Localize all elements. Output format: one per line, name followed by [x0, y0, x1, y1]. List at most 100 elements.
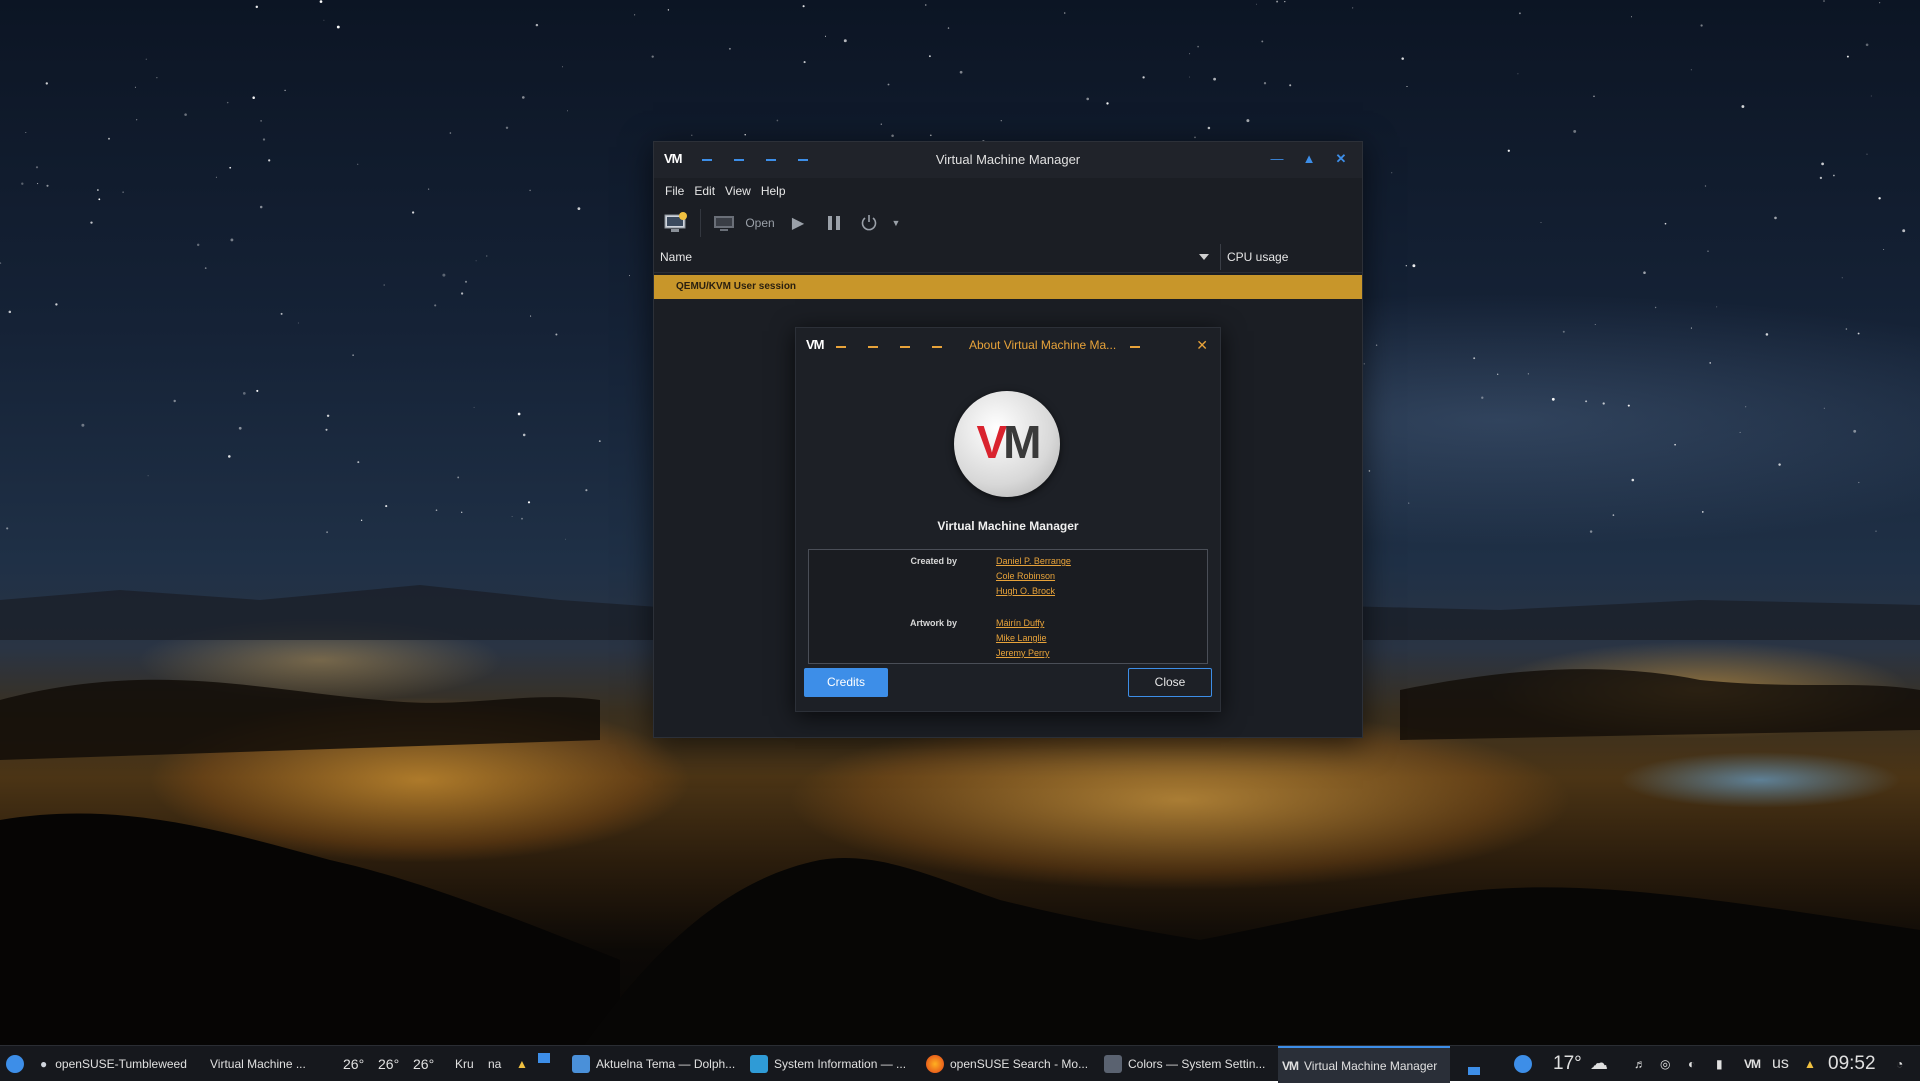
show-desktop-icon[interactable]: ◔: [1896, 1046, 1903, 1081]
credit-link[interactable]: Daniel P. Berrange: [996, 556, 1071, 566]
credit-link[interactable]: Máirín Duffy: [996, 618, 1044, 628]
tray-virt-manager-icon[interactable]: VM: [1744, 1046, 1761, 1081]
star: [1823, 0, 1825, 2]
task-dolphin[interactable]: Aktuelna Tema — Dolph...: [572, 1046, 735, 1081]
close-dialog-button[interactable]: Close: [1128, 668, 1212, 697]
weather-temp[interactable]: 26°: [413, 1046, 434, 1081]
star: [434, 304, 437, 307]
pause-icon[interactable]: [819, 209, 849, 237]
titlebar-dash: [900, 346, 910, 348]
star: [1700, 24, 1703, 27]
star: [585, 489, 588, 492]
credit-link[interactable]: Mike Langlie: [996, 633, 1047, 643]
column-cpu-usage[interactable]: CPU usage: [1227, 250, 1288, 264]
star: [925, 4, 927, 6]
virt-manager-icon: VM: [806, 337, 824, 352]
star: [1878, 197, 1881, 200]
tray-expand-icon[interactable]: ▲: [516, 1046, 528, 1081]
credits-button[interactable]: Credits: [804, 668, 888, 697]
star: [529, 189, 531, 192]
weather-cloud-icon[interactable]: ☁: [1590, 1046, 1608, 1081]
clipboard-icon[interactable]: ▮: [1716, 1046, 1723, 1081]
cloud-icon: ●: [40, 1056, 48, 1071]
connection-row[interactable]: QEMU/KVM User session: [654, 275, 1362, 299]
task-na[interactable]: na: [488, 1046, 501, 1081]
star: [561, 66, 564, 68]
star: [1000, 120, 1002, 122]
new-vm-button[interactable]: [662, 209, 690, 237]
star: [1408, 502, 1410, 504]
star: [527, 501, 531, 504]
star: [1507, 149, 1510, 152]
star: [1630, 16, 1632, 18]
star: [1518, 12, 1521, 15]
window-titlebar[interactable]: VM Virtual Machine Manager — ▲ ✕: [654, 142, 1362, 178]
task-label: openSUSE-Tumbleweed: [55, 1056, 187, 1071]
star: [229, 166, 232, 169]
weather-widget-temp[interactable]: 17°: [1553, 1046, 1582, 1081]
weather-temp[interactable]: 26°: [378, 1046, 399, 1081]
vm-console-icon[interactable]: [711, 209, 737, 237]
star: [1363, 363, 1365, 365]
tray-expand-icon[interactable]: ▲: [1804, 1046, 1816, 1081]
power-icon[interactable]: [855, 209, 883, 237]
star: [352, 354, 354, 356]
volume-icon[interactable]: ◐: [1688, 1046, 1695, 1081]
logo-letters: VM: [976, 416, 1041, 468]
network-icon[interactable]: ◎: [1660, 1046, 1670, 1081]
task-kru[interactable]: Kru: [455, 1046, 474, 1081]
application-launcher[interactable]: [6, 1046, 30, 1081]
star: [1709, 362, 1711, 364]
keyboard-layout[interactable]: us: [1772, 1046, 1789, 1081]
task-system-information[interactable]: System Information — ...: [750, 1046, 906, 1081]
power-dropdown-chevron-down-icon[interactable]: ▼: [889, 209, 903, 237]
credit-link[interactable]: Jeremy Perry: [996, 648, 1050, 658]
task-opensuse-tumbleweed[interactable]: ● openSUSE-Tumbleweed: [40, 1046, 187, 1081]
open-button[interactable]: Open: [743, 209, 777, 237]
credit-link[interactable]: Cole Robinson: [996, 571, 1055, 581]
task-firefox[interactable]: openSUSE Search - Mo...: [926, 1046, 1088, 1081]
task-virtual-machine[interactable]: Virtual Machine ...: [210, 1046, 306, 1081]
tray-opensuse[interactable]: [1514, 1046, 1538, 1081]
sort-chevron-down-icon[interactable]: [1199, 254, 1209, 260]
minimize-button[interactable]: —: [1269, 151, 1285, 167]
pager[interactable]: [538, 1046, 560, 1081]
play-icon[interactable]: ▶: [783, 209, 813, 237]
titlebar-dash: [836, 346, 846, 348]
star: [1406, 85, 1408, 88]
close-button[interactable]: ✕: [1333, 151, 1349, 167]
about-close-icon[interactable]: ✕: [1196, 337, 1208, 354]
firefox-icon: [926, 1054, 944, 1073]
maximize-button[interactable]: ▲: [1301, 151, 1317, 167]
star: [260, 120, 262, 122]
star: [1833, 174, 1835, 177]
weather-temp[interactable]: 26°: [343, 1046, 364, 1081]
about-titlebar[interactable]: VM About Virtual Machine Ma... ✕: [796, 328, 1220, 364]
menu-view[interactable]: View: [720, 184, 756, 198]
star: [891, 134, 894, 137]
credit-link[interactable]: Hugh O. Brock: [996, 586, 1055, 596]
bell-icon[interactable]: ♬: [1634, 1046, 1646, 1081]
task-virtual-machine-manager[interactable]: VM Virtual Machine Manager: [1278, 1046, 1450, 1083]
clock[interactable]: 09:52: [1828, 1046, 1876, 1081]
credits-box: Created by Daniel P. Berrange Cole Robin…: [808, 549, 1208, 664]
star: [326, 414, 330, 418]
star: [1704, 185, 1707, 187]
star: [598, 440, 601, 443]
star: [1256, 3, 1257, 5]
column-name[interactable]: Name: [654, 250, 1200, 264]
star: [1627, 404, 1630, 407]
star: [427, 188, 430, 190]
menu-file[interactable]: File: [660, 184, 689, 198]
task-colors-settings[interactable]: Colors — System Settin...: [1104, 1046, 1265, 1081]
menu-help[interactable]: Help: [756, 184, 791, 198]
star: [1197, 45, 1199, 48]
star: [242, 392, 246, 395]
star: [326, 531, 328, 534]
star: [173, 399, 176, 403]
star: [1188, 76, 1190, 78]
menu-edit[interactable]: Edit: [689, 184, 720, 198]
star: [1573, 129, 1577, 133]
star: [1612, 514, 1615, 516]
star: [1551, 397, 1555, 401]
